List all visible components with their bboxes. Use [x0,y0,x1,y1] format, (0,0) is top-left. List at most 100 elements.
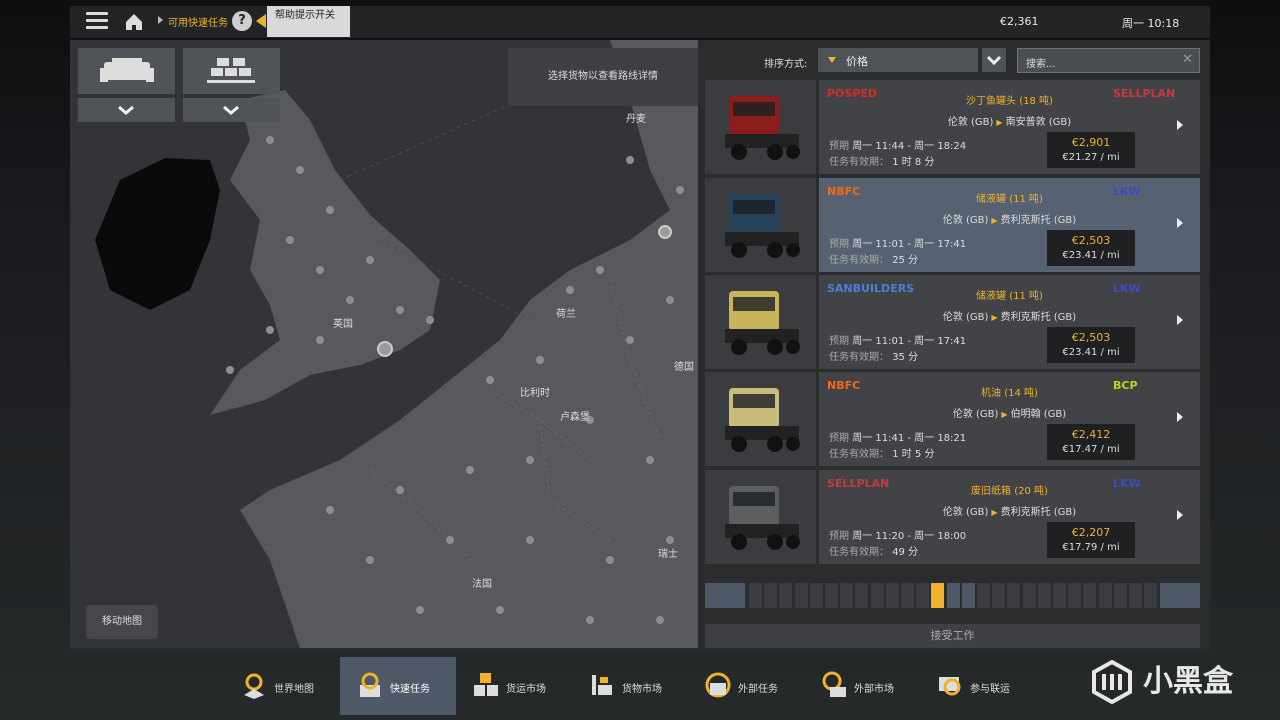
cargo-dropdown[interactable] [183,98,280,122]
page-segment[interactable] [1007,583,1021,608]
bottom-tab-bar: 世界地图 快速任务 货运市场 货物市场 外部任务 外部市场 参与联运 [224,657,1060,715]
trucks-view-button[interactable] [78,48,175,94]
origin-city: 伦敦 (GB) [942,507,989,518]
map-view[interactable]: 丹麦 英国 荷兰 德国 比利时 卢森堡 瑞士 法国 选择货物以查看路线详情 移动… [70,40,698,648]
route-arrow-icon: ▶ [991,313,998,322]
job-card[interactable]: POSPED SELLPLAN 沙丁鱼罐头 (18 吨) 伦敦 (GB) ▶ 南安普… [819,80,1200,174]
truck-thumbnail [705,470,816,564]
page-segment[interactable] [977,583,990,608]
menu-icon[interactable] [86,12,108,30]
tab-convoy[interactable]: 参与联运 [920,657,1036,715]
chevron-right-icon[interactable] [1177,315,1183,325]
job-row[interactable]: NBFC BCP 机油 (14 吨) 伦敦 (GB) ▶ 伯明翰 (GB) 预期 周… [705,372,1200,466]
page-next-button[interactable] [1160,583,1200,608]
home-icon[interactable] [123,11,145,33]
page-segment[interactable] [961,583,975,608]
page-segment[interactable] [870,583,884,608]
clear-search-icon[interactable]: ✕ [1182,52,1193,67]
origin-city: 伦敦 (GB) [942,215,989,226]
job-row[interactable]: POSPED SELLPLAN 沙丁鱼罐头 (18 吨) 伦敦 (GB) ▶ 南安普… [705,80,1200,174]
tab-external-jobs[interactable]: 外部任务 [688,657,804,715]
page-segment[interactable] [749,583,762,608]
quick-job-icon [360,672,380,697]
page-segment[interactable] [946,583,960,608]
accept-job-button[interactable]: 接受工作 [705,624,1200,648]
page-segment[interactable] [931,583,945,608]
eta-label: 预期 [829,239,849,250]
route-arrow-icon: ▶ [996,118,1003,127]
search-input[interactable]: 搜索... ✕ [1017,48,1200,73]
job-card[interactable]: SELLPLAN LKW 废旧纸箱 (20 吨) 伦敦 (GB) ▶ 费利克斯托 (… [819,470,1200,564]
job-row[interactable]: SELLPLAN LKW 废旧纸箱 (20 吨) 伦敦 (GB) ▶ 费利克斯托 (… [705,470,1200,564]
page-segment[interactable] [809,583,823,608]
eta-label: 预期 [829,141,849,152]
breadcrumb-arrow-icon [158,16,163,24]
page-segment[interactable] [779,583,793,608]
job-card[interactable]: SANBUILDERS LKW 储液罐 (11 吨) 伦敦 (GB) ▶ 费利克斯托… [819,275,1200,369]
page-prev-button[interactable] [705,583,745,608]
page-segment[interactable] [1053,583,1066,608]
great-britain-shape [210,90,440,415]
tooltip-arrow-icon [256,14,266,28]
price-box: €2,207 €17.79 / mi [1047,522,1135,558]
move-map-button[interactable]: 移动地图 [86,605,158,639]
page-segment[interactable] [901,583,914,608]
page-segment[interactable] [992,583,1006,608]
cargo-name: 废旧纸箱 (20 吨) [971,486,1048,497]
xiaoheihe-logo-icon [1092,660,1132,704]
cargo-view-button[interactable] [183,48,280,94]
page-segment[interactable] [1113,583,1127,608]
label-denmark: 丹麦 [626,114,646,125]
money-display: €2,361 [1000,15,1039,28]
page-segment[interactable] [855,583,869,608]
label-germany: 德国 [674,362,694,373]
price-per-mile: €23.41 / mi [1062,347,1120,358]
page-segment[interactable] [1098,583,1112,608]
sort-dropdown-button[interactable] [982,48,1006,72]
job-card[interactable]: NBFC BCP 机油 (14 吨) 伦敦 (GB) ▶ 伯明翰 (GB) 预期 周… [819,372,1200,466]
sort-select[interactable]: 价格 [818,48,978,72]
job-card[interactable]: NBFC LKW 储液罐 (11 吨) 伦敦 (GB) ▶ 费利克斯托 (GB) 预… [819,178,1200,272]
top-bar: 可用快速任务 ? 帮助提示开关 €2,361 周一 10:18 [70,6,1210,38]
job-price: €2,207 [1071,526,1111,539]
tab-cargo-market[interactable]: 货物市场 [572,657,688,715]
page-segment[interactable] [916,583,930,608]
chevron-right-icon[interactable] [1177,218,1183,228]
validity-value: 35 分 [892,352,919,363]
page-segment[interactable] [1037,583,1051,608]
job-row[interactable]: SANBUILDERS LKW 储液罐 (11 吨) 伦敦 (GB) ▶ 费利克斯托… [705,275,1200,369]
convoy-icon [939,677,961,696]
destination-city: 费利克斯托 (GB) [1000,507,1077,518]
page-segment[interactable] [885,583,899,608]
truck-image [725,194,800,258]
tab-quick-job[interactable]: 快速任务 [340,657,456,715]
page-segment[interactable] [764,583,778,608]
eta-label: 预期 [829,531,849,542]
eta-label: 预期 [829,336,849,347]
page-segment[interactable] [794,583,808,608]
page-segment[interactable] [1144,583,1158,608]
sort-label: 排序方式: [764,59,808,70]
chevron-right-icon[interactable] [1177,120,1183,130]
page-segment[interactable] [1083,583,1097,608]
chevron-right-icon[interactable] [1177,510,1183,520]
help-button[interactable]: ? [232,11,252,31]
eta-value: 周一 11:44 - 周一 18:24 [852,141,967,152]
tab-external-market[interactable]: 外部市场 [804,657,920,715]
page-segment[interactable] [1022,583,1036,608]
help-tooltip: 帮助提示开关 [267,6,350,37]
cargo-name: 储液罐 (11 吨) [976,291,1043,302]
tab-freight-market[interactable]: 货运市场 [456,657,572,715]
price-box: €2,503 €23.41 / mi [1047,230,1135,266]
chevron-right-icon[interactable] [1177,412,1183,422]
price-per-mile: €23.41 / mi [1062,250,1120,261]
page-segment[interactable] [840,583,854,608]
page-segment[interactable] [1068,583,1082,608]
job-row[interactable]: NBFC LKW 储液罐 (11 吨) 伦敦 (GB) ▶ 费利克斯托 (GB) 预… [705,178,1200,272]
route: 伦敦 (GB) ▶ 南安普敦 (GB) [819,113,1200,128]
page-scroller[interactable] [705,583,1200,608]
page-segment[interactable] [1129,583,1142,608]
page-segment[interactable] [825,583,838,608]
trucks-dropdown[interactable] [78,98,175,122]
tab-world-map[interactable]: 世界地图 [224,657,340,715]
